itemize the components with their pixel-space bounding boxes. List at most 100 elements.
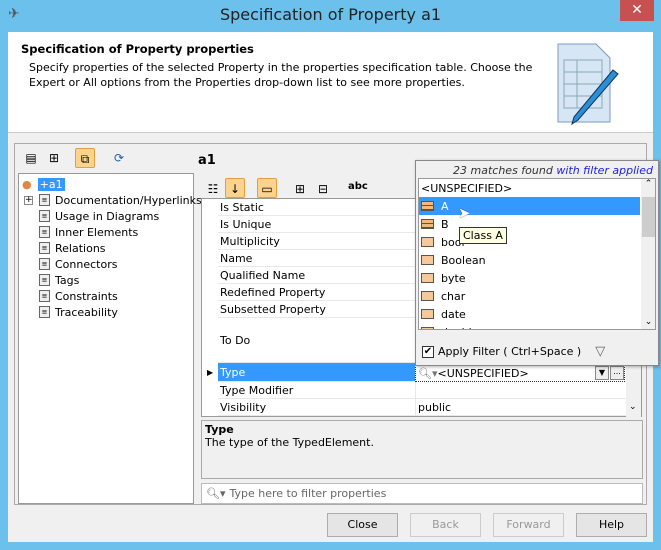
- tree-node[interactable]: ≡ Inner Elements: [39, 224, 138, 240]
- type-dropdown-popup: 23 matches found with filter applied <UN…: [415, 160, 659, 366]
- type-list-item-label: <UNSPECIFIED>: [421, 181, 513, 195]
- tree-node-label: Constraints: [55, 289, 118, 303]
- sort-az-icon[interactable]: ↓: [225, 178, 245, 198]
- refresh-icon[interactable]: ⟳: [109, 148, 129, 168]
- scroll-up-icon[interactable]: ⌃: [641, 179, 655, 189]
- collapse-all-icon[interactable]: ⊟: [313, 179, 333, 199]
- property-name: Redefined Property: [220, 285, 326, 299]
- description-title: Type: [205, 423, 234, 436]
- filter-icon[interactable]: ▽: [595, 344, 605, 359]
- type-list-item[interactable]: A: [419, 197, 640, 215]
- copy-view-icon[interactable]: ⧉: [75, 148, 95, 168]
- type-list-item-label: char: [441, 289, 466, 303]
- header-description: Specify properties of the selected Prope…: [29, 61, 533, 89]
- document-icon: ≡: [39, 194, 50, 206]
- forward-button[interactable]: Forward: [493, 513, 564, 537]
- header-title: Specification of Property properties: [21, 42, 254, 56]
- abc-button[interactable]: abc: [348, 181, 368, 192]
- type-list-item[interactable]: bool: [419, 233, 640, 251]
- type-editor[interactable]: 🔍︎▾ <UNSPECIFIED>: [415, 364, 625, 382]
- tree-node[interactable]: ≡ Tags: [39, 272, 79, 288]
- close-window-button[interactable]: ✕: [620, 0, 654, 21]
- type-list-item-label: B: [441, 217, 449, 231]
- scroll-down-icon[interactable]: ⌄: [629, 402, 637, 412]
- type-list-item[interactable]: byte: [419, 269, 640, 287]
- tree-root-label: +a1: [37, 177, 65, 191]
- element-name: a1: [198, 153, 216, 168]
- tree-node[interactable]: ≡ Usage in Diagrams: [39, 208, 159, 224]
- type-list-item[interactable]: date: [419, 305, 640, 323]
- search-icon: 🔍︎▾: [206, 487, 226, 500]
- mouse-cursor-icon: ➤: [458, 204, 471, 222]
- type-list-item-label: Boolean: [441, 253, 486, 267]
- table-row[interactable]: Visibility public: [218, 399, 627, 416]
- tree-node-label: Relations: [55, 241, 106, 255]
- table-view-icon[interactable]: ▤: [21, 148, 41, 168]
- type-list-item[interactable]: char: [419, 287, 640, 305]
- tree-node-label: Traceability: [55, 305, 118, 319]
- checkbox[interactable]: ✔: [422, 345, 434, 358]
- document-icon: ≡: [39, 290, 50, 302]
- datatype-icon: [421, 273, 434, 283]
- tree-node-label: Inner Elements: [55, 225, 139, 239]
- property-value[interactable]: [415, 382, 627, 398]
- tree-node[interactable]: ≡ Constraints: [39, 288, 118, 304]
- document-icon: ≡: [39, 210, 50, 222]
- categorize-icon[interactable]: ☷: [203, 179, 223, 199]
- filter-properties-input[interactable]: 🔍︎▾ Type here to filter properties: [201, 483, 643, 504]
- datatype-icon: [421, 309, 434, 319]
- show-description-icon[interactable]: ▭: [257, 178, 277, 198]
- property-name: Is Unique: [220, 217, 272, 231]
- type-list: <UNSPECIFIED> ABbool Boolean byte char date do…: [418, 178, 656, 330]
- scroll-down-icon[interactable]: ⌄: [641, 317, 655, 327]
- tree-node-label: Connectors: [55, 257, 118, 271]
- row-pointer-icon: ▶: [207, 368, 214, 377]
- back-button[interactable]: Back: [410, 513, 481, 537]
- document-icon: ≡: [39, 242, 50, 254]
- dropdown-arrow-icon[interactable]: ▼: [595, 366, 609, 380]
- ellipsis-button[interactable]: ...: [610, 366, 624, 380]
- property-name: Type: [218, 363, 415, 381]
- property-name: Name: [220, 251, 253, 265]
- datatype-icon: [421, 237, 434, 247]
- help-button[interactable]: Help: [576, 513, 647, 537]
- datatype-icon: [421, 291, 434, 301]
- type-list-item[interactable]: double: [419, 323, 640, 329]
- type-list-item-label: date: [441, 307, 466, 321]
- scroll-thumb[interactable]: [642, 197, 655, 237]
- property-value[interactable]: public: [415, 399, 627, 415]
- matches-count: 23 matches found with filter applied: [453, 164, 653, 177]
- datatype-icon: [421, 327, 434, 329]
- window-title: Specification of Property a1: [219, 5, 442, 24]
- tree-node[interactable]: ≡ Connectors: [39, 256, 117, 272]
- table-row[interactable]: Type Modifier: [218, 382, 627, 399]
- document-icon: ≡: [39, 274, 50, 286]
- class-icon: [421, 201, 434, 211]
- document-icon: ≡: [39, 306, 50, 318]
- tree-node[interactable]: ≡ Relations: [39, 240, 106, 256]
- expand-all-icon[interactable]: ⊞: [290, 179, 310, 199]
- type-list-item-label: A: [441, 199, 449, 213]
- description-text: The type of the TypedElement.: [205, 436, 374, 449]
- class-icon: [421, 219, 434, 229]
- list-scrollbar[interactable]: ⌃ ⌄: [641, 179, 655, 329]
- expand-icon[interactable]: +: [24, 195, 33, 205]
- property-name: Multiplicity: [220, 234, 280, 248]
- tree-node[interactable]: ≡ Traceability: [39, 304, 118, 320]
- tooltip: Class A: [459, 227, 507, 244]
- tree-view-icon[interactable]: ⊞: [44, 148, 64, 168]
- apply-filter-checkbox[interactable]: ✔ Apply Filter ( Ctrl+Space ) ▽: [422, 344, 605, 359]
- tree-node-label: Usage in Diagrams: [55, 209, 160, 223]
- document-pencil-icon: [557, 43, 619, 126]
- property-name: Type Modifier: [220, 383, 294, 397]
- close-button[interactable]: Close: [327, 513, 398, 537]
- type-list-item[interactable]: <UNSPECIFIED>: [419, 179, 640, 197]
- type-list-item[interactable]: B: [419, 215, 640, 233]
- type-list-item[interactable]: Boolean: [419, 251, 640, 269]
- document-icon: ≡: [39, 258, 50, 270]
- tree-node-label: Tags: [55, 273, 80, 287]
- tree-node[interactable]: + ≡ Documentation/Hyperlinks: [24, 192, 202, 208]
- tree-root[interactable]: ● +a1: [22, 176, 65, 192]
- property-name: Qualified Name: [220, 268, 306, 282]
- type-value: <UNSPECIFIED>: [437, 366, 529, 380]
